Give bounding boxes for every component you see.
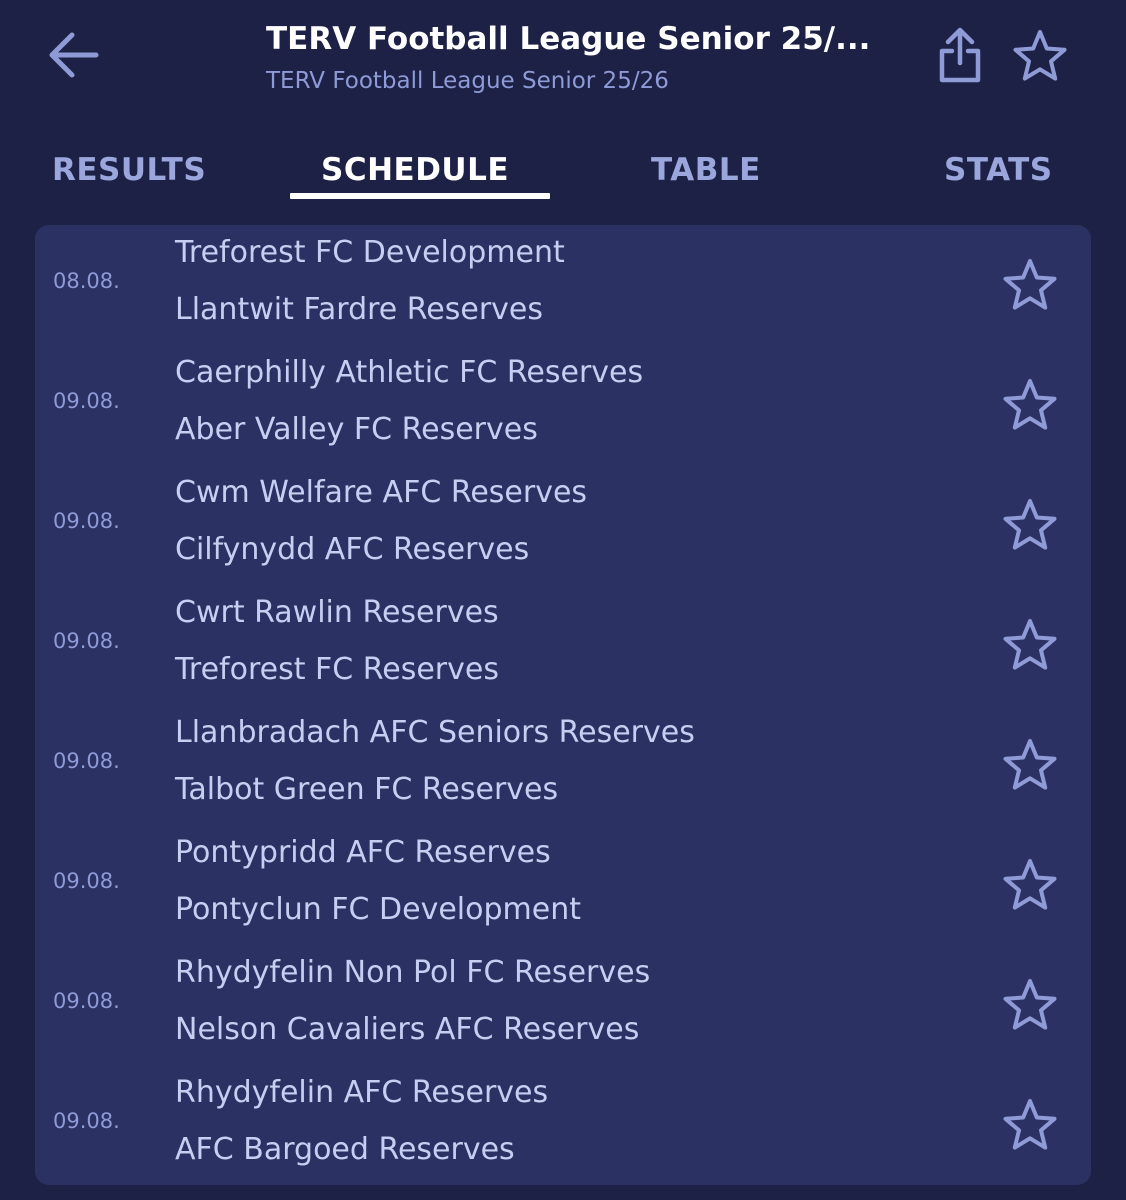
match-row[interactable]: 09.08. Pontypridd AFC Reserves Pontyclun… — [35, 825, 1091, 943]
page-subtitle: TERV Football League Senior 25/26 — [266, 68, 669, 94]
back-button[interactable] — [44, 26, 102, 84]
away-team: Pontyclun FC Development — [175, 892, 581, 927]
tab-stats[interactable]: STATS — [944, 152, 1053, 188]
favorite-league-button[interactable] — [1008, 24, 1072, 88]
home-team: Rhydyfelin AFC Reserves — [175, 1075, 549, 1110]
tab-bar: RESULTS SCHEDULE TABLE STATS — [0, 140, 1126, 210]
share-icon — [939, 27, 981, 83]
app-header: TERV Football League Senior 25/... TERV … — [0, 0, 1126, 110]
match-date: 09.08. — [53, 749, 120, 773]
favorite-match-button[interactable] — [999, 856, 1061, 914]
away-team: Treforest FC Reserves — [175, 652, 499, 687]
home-team: Pontypridd AFC Reserves — [175, 835, 551, 870]
title-block: TERV Football League Senior 25/... TERV … — [266, 18, 886, 98]
star-outline-icon — [1003, 619, 1057, 670]
tab-table[interactable]: TABLE — [651, 152, 761, 188]
favorite-match-button[interactable] — [999, 256, 1061, 314]
star-outline-icon — [1003, 859, 1057, 910]
favorite-match-button[interactable] — [999, 1096, 1061, 1154]
match-row[interactable]: 08.08. Treforest FC Development Llantwit… — [35, 225, 1091, 343]
page-title: TERV Football League Senior 25/... — [266, 21, 871, 57]
star-outline-icon — [1003, 739, 1057, 790]
home-team: Treforest FC Development — [175, 235, 565, 270]
star-outline-icon — [1003, 499, 1057, 550]
match-date: 09.08. — [53, 1109, 120, 1133]
match-row[interactable]: 09.08. Rhydyfelin AFC Reserves AFC Bargo… — [35, 1065, 1091, 1183]
match-date: 09.08. — [53, 989, 120, 1013]
star-outline-icon — [1013, 30, 1067, 81]
favorite-match-button[interactable] — [999, 376, 1061, 434]
match-date: 09.08. — [53, 509, 120, 533]
match-row[interactable]: 09.08. Cwm Welfare AFC Reserves Cilfynyd… — [35, 465, 1091, 583]
away-team: Nelson Cavaliers AFC Reserves — [175, 1012, 640, 1047]
favorite-match-button[interactable] — [999, 976, 1061, 1034]
away-team: Llantwit Fardre Reserves — [175, 292, 543, 327]
away-team: AFC Bargoed Reserves — [175, 1132, 515, 1167]
favorite-match-button[interactable] — [999, 736, 1061, 794]
home-team: Cwrt Rawlin Reserves — [175, 595, 499, 630]
star-outline-icon — [1003, 379, 1057, 430]
match-date: 09.08. — [53, 389, 120, 413]
tab-schedule[interactable]: SCHEDULE — [321, 152, 509, 188]
tab-results[interactable]: RESULTS — [52, 152, 206, 188]
match-row[interactable]: 09.08. Llanbradach AFC Seniors Reserves … — [35, 705, 1091, 823]
away-team: Aber Valley FC Reserves — [175, 412, 538, 447]
away-team: Cilfynydd AFC Reserves — [175, 532, 530, 567]
star-outline-icon — [1003, 979, 1057, 1030]
match-date: 09.08. — [53, 869, 120, 893]
away-team: Talbot Green FC Reserves — [175, 772, 559, 807]
active-tab-indicator — [290, 193, 550, 199]
star-outline-icon — [1003, 259, 1057, 310]
favorite-match-button[interactable] — [999, 496, 1061, 554]
star-outline-icon — [1003, 1099, 1057, 1150]
home-team: Cwm Welfare AFC Reserves — [175, 475, 588, 510]
arrow-left-icon — [49, 32, 99, 78]
match-list: 08.08. Treforest FC Development Llantwit… — [35, 225, 1091, 1185]
share-button[interactable] — [930, 24, 990, 86]
match-row[interactable]: 09.08. Cwrt Rawlin Reserves Treforest FC… — [35, 585, 1091, 703]
home-team: Caerphilly Athletic FC Reserves — [175, 355, 644, 390]
home-team: Llanbradach AFC Seniors Reserves — [175, 715, 695, 750]
favorite-match-button[interactable] — [999, 616, 1061, 674]
match-date: 09.08. — [53, 629, 120, 653]
match-date: 08.08. — [53, 269, 120, 293]
home-team: Rhydyfelin Non Pol FC Reserves — [175, 955, 651, 990]
match-row[interactable]: 09.08. Rhydyfelin Non Pol FC Reserves Ne… — [35, 945, 1091, 1063]
match-row[interactable]: 09.08. Caerphilly Athletic FC Reserves A… — [35, 345, 1091, 463]
